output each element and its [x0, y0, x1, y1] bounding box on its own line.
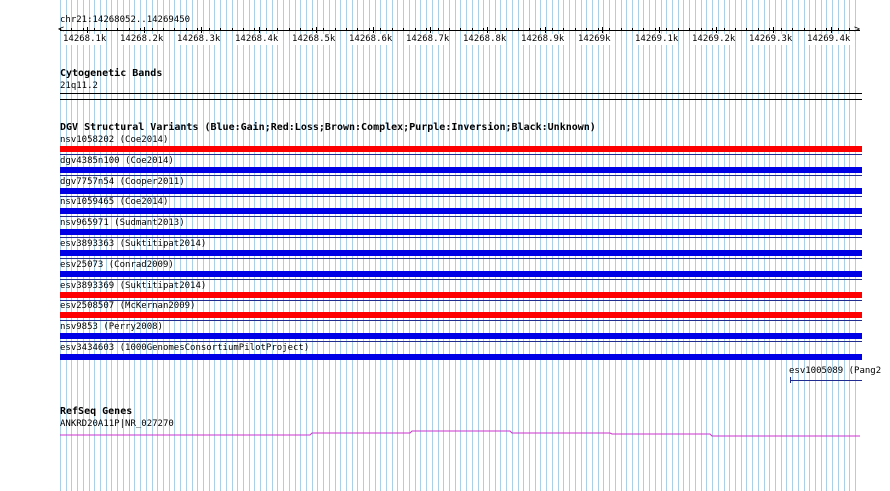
- gene-structure-line[interactable]: [60, 430, 860, 437]
- genome-browser-canvas: chr21:14268052..14269450 < > 14268.1k 142…: [0, 0, 890, 491]
- refseq-gene-graphic[interactable]: [0, 0, 890, 491]
